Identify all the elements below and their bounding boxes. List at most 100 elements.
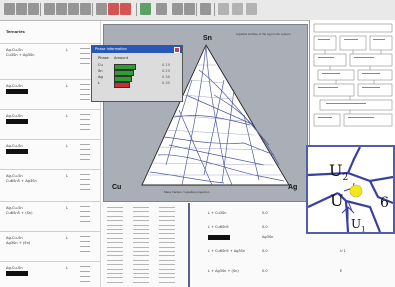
table-cell	[133, 281, 149, 283]
table-row[interactable]: L + Ag3Sn + (Sn) 0.0 E	[190, 269, 395, 281]
table-cell	[133, 220, 149, 222]
value-placeholder	[80, 211, 90, 212]
tb-prev-icon[interactable]	[232, 3, 243, 15]
table-cell	[159, 207, 175, 208]
table-cell	[107, 237, 123, 239]
tb-copy-icon[interactable]	[68, 3, 79, 15]
dialog-row-value: 0.30	[162, 75, 171, 79]
value-placeholder	[80, 149, 90, 150]
value-placeholder	[80, 221, 90, 222]
table-cell	[107, 273, 123, 274]
value-placeholder	[80, 251, 90, 252]
value-placeholder	[80, 184, 90, 185]
tb-next-icon[interactable]	[246, 3, 257, 15]
zoom-inset[interactable]: U2 U U1 6	[306, 145, 395, 234]
phase-list-phase: L	[66, 84, 69, 88]
label-six: 6	[380, 195, 389, 211]
phase-list-phase: L	[66, 48, 69, 52]
tb-tool-icon[interactable]	[156, 3, 167, 15]
value-placeholder	[80, 48, 90, 49]
table-row[interactable]: Ag3Sn	[190, 235, 395, 247]
phase-list-title: Ag-Cu-Sn	[6, 84, 23, 88]
tb-save-icon[interactable]	[28, 3, 39, 15]
value-placeholder	[80, 154, 90, 155]
tb-help-icon[interactable]	[108, 3, 119, 15]
table-cell	[107, 233, 123, 235]
phase-list-item[interactable]: Ag-Cu-Sn L	[0, 109, 100, 139]
tb-new-icon[interactable]	[4, 3, 15, 15]
table-cell	[133, 215, 149, 217]
value-placeholder	[80, 216, 90, 217]
value-placeholder	[80, 179, 90, 180]
tb-zoom-icon[interactable]	[200, 3, 211, 15]
phase-list-title: Ag-Cu-Sn	[6, 144, 23, 148]
value-placeholder	[80, 84, 90, 85]
redacted-block	[6, 89, 28, 94]
toolbar-separator	[92, 3, 93, 16]
row-divider	[0, 43, 100, 44]
phase-list-item[interactable]: Ag-Cu-Sn L	[0, 261, 100, 287]
dialog-row-value: 0.25	[162, 69, 171, 73]
table-cell	[159, 268, 175, 270]
tb-fit-icon[interactable]	[218, 3, 229, 15]
value-placeholder	[80, 99, 90, 100]
phase-list-pane[interactable]: Ternaries Ag-Cu-Sn Cu3Sn + Ag3Sn L Ag-Cu-Sn…	[0, 21, 101, 287]
phase-list-item[interactable]: Ag-Cu-Sn Cu6Sn5 + Ag3Sn L	[0, 169, 100, 199]
phase-list-item[interactable]: Ag-Cu-Sn Cu6Sn5 + (Sn) L	[0, 201, 100, 231]
table-cell	[159, 229, 175, 230]
phase-list-subtitle: Cu3Sn + Ag3Sn	[6, 53, 35, 57]
tb-chart-icon[interactable]	[140, 3, 151, 15]
table-cell	[159, 211, 175, 213]
phase-list-item[interactable]: Ag-Cu-Sn Cu3Sn + Ag3Sn L	[0, 43, 100, 73]
tb-paste-icon[interactable]	[80, 3, 91, 15]
phase-list-item[interactable]: Ag-Cu-Sn L	[0, 139, 100, 169]
value-placeholder	[80, 53, 90, 54]
table-cell: 0.0	[262, 249, 268, 253]
row-divider	[0, 169, 100, 170]
table-row[interactable]: L + Cu6Sn5 + Ag3Sn 0.0 U 1	[190, 249, 395, 261]
phase-list-title: Ag-Cu-Sn	[6, 114, 23, 118]
table-cell	[133, 229, 149, 230]
table-cell	[133, 211, 149, 213]
phase-list-item[interactable]: Ag-Cu-Sn Ag3Sn + (Sn) L	[0, 231, 100, 261]
value-placeholder	[80, 189, 90, 190]
table-cell	[159, 215, 175, 217]
tb-info-icon[interactable]	[120, 3, 131, 15]
value-placeholder	[80, 124, 90, 125]
phase-info-dialog[interactable]: Phase Information Phase Amount Cu 0.10 Sn 0…	[91, 45, 183, 102]
value-placeholder	[80, 58, 90, 59]
table-cell	[107, 251, 123, 252]
table-cell	[133, 264, 149, 266]
table-cell	[159, 242, 175, 244]
tb-undo-icon[interactable]	[96, 3, 107, 15]
table-cell	[133, 268, 149, 270]
table-cell	[133, 277, 149, 279]
mid-table	[101, 203, 187, 287]
phase-list-title: Ag-Cu-Sn	[6, 174, 23, 178]
row-divider	[0, 261, 100, 262]
value-placeholder	[80, 94, 90, 95]
tb-grid-icon[interactable]	[172, 3, 183, 15]
table-cell	[107, 277, 123, 279]
value-placeholder	[80, 206, 90, 207]
phase-list-phase: L	[66, 236, 69, 240]
diagram-note: Liquidus surface of the Ag-Cu-Sn system	[236, 32, 291, 36]
tb-print-icon[interactable]	[44, 3, 55, 15]
dialog-title[interactable]: Phase Information	[92, 46, 182, 53]
reaction-scheme-panel[interactable]	[309, 20, 395, 145]
dialog-close-icon[interactable]	[174, 47, 180, 53]
table-cell	[107, 207, 123, 208]
phase-list-subtitle: Cu6Sn5 + Ag3Sn	[6, 179, 37, 183]
phase-list-item[interactable]: Ag-Cu-Sn L	[0, 79, 100, 109]
tb-cut-icon[interactable]	[56, 3, 67, 15]
tb-open-icon[interactable]	[16, 3, 27, 15]
value-placeholder	[80, 246, 90, 247]
dialog-row-label: Sn	[98, 69, 103, 73]
tb-table-icon[interactable]	[184, 3, 195, 15]
value-placeholder	[80, 144, 90, 145]
label-u1: U1	[351, 217, 366, 234]
table-cell	[133, 242, 149, 244]
invariant-point-marker	[349, 184, 363, 198]
phase-list-subtitle: Ag3Sn + (Sn)	[6, 241, 31, 245]
toolbar	[0, 0, 395, 21]
